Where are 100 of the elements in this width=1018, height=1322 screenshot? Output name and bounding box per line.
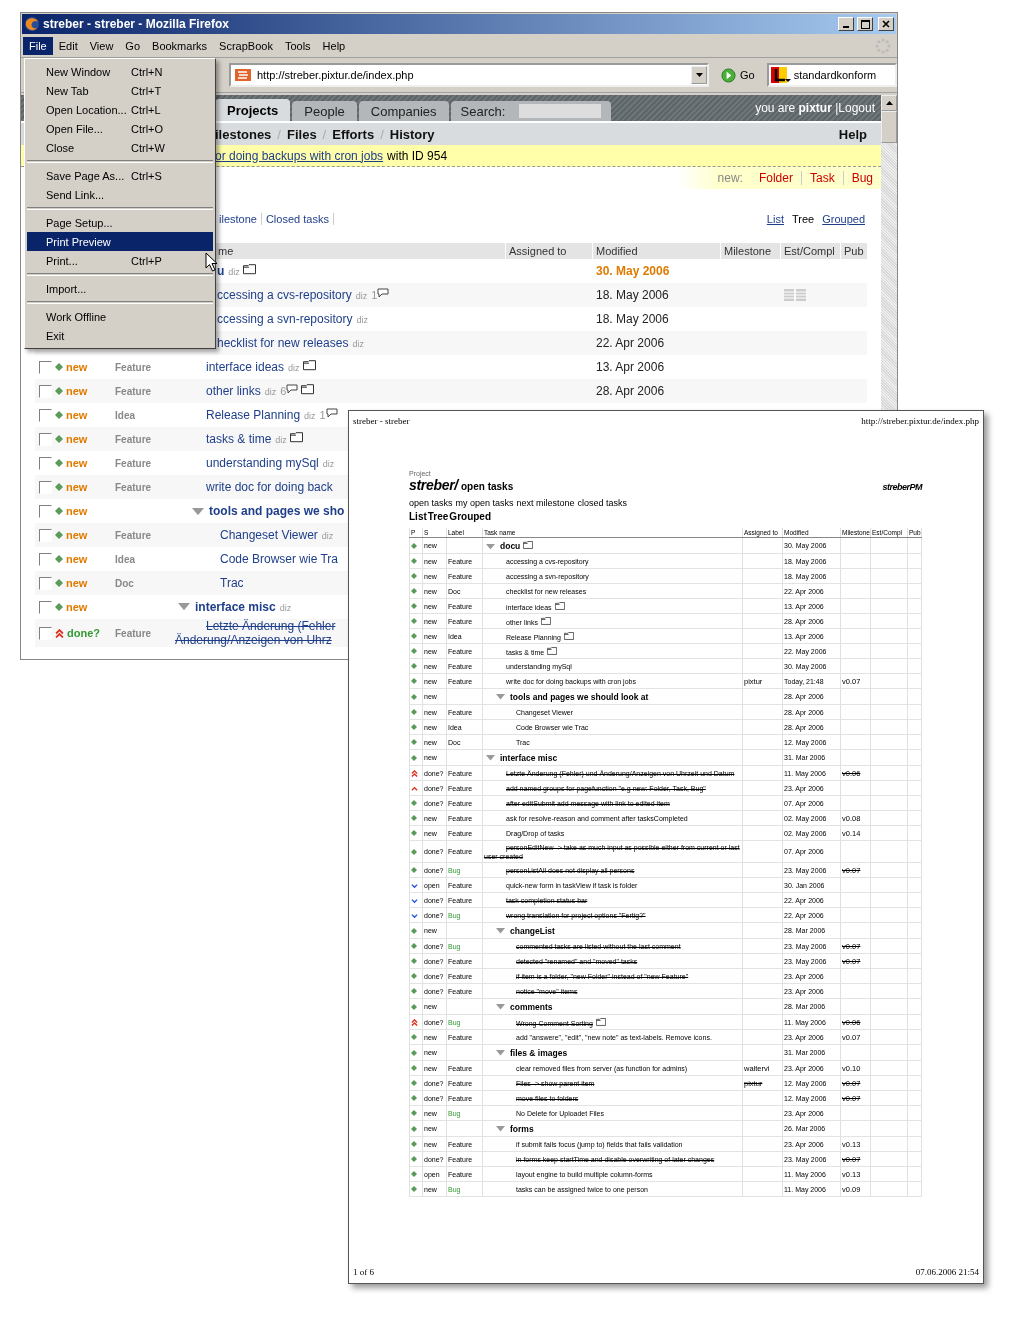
view-mode-link[interactable]: List [766,213,784,225]
menu-item[interactable]: Exit [27,326,213,345]
status-text: new [66,529,88,541]
nav-link[interactable]: next milestone [516,498,575,508]
modified-date: 30. May 2006 [595,264,671,278]
menu-item[interactable]: New Tab Ctrl+T [27,81,213,100]
subnav-link[interactable]: Files [287,126,317,142]
view-link[interactable]: List [409,511,427,522]
menu-item[interactable]: Open File... Ctrl+O [27,119,213,138]
diz-tag: diz [321,530,334,541]
menu-item[interactable]: Page Setup... [27,213,213,232]
maximize-button[interactable] [857,17,873,31]
expand-triangle-icon[interactable] [486,543,495,549]
checkbox[interactable] [39,480,52,494]
menu-item[interactable]: Print Preview [27,232,213,251]
menu-item[interactable]: Close Ctrl+W [27,138,213,157]
new-item-link[interactable]: Task [800,171,835,185]
task-name-link[interactable]: Changeset Viewer [220,527,318,542]
task-name-link[interactable]: interface misc [195,599,276,614]
menu-bar-item[interactable]: ScrapBook [213,37,279,55]
diz-tag: diz [304,410,316,421]
task-name-link[interactable]: Letzte Änderung (Fehler Änderung/Anzeigen von Uhrz [175,619,349,647]
expand-triangle-icon[interactable] [192,507,204,515]
task-link[interactable]: or doing backups with cron jobs [215,148,384,163]
scroll-up-button[interactable] [881,95,897,111]
scroll-thumb[interactable] [881,111,897,143]
task-name-link[interactable]: Release Planning [206,407,301,422]
view-link[interactable]: Tree [427,511,449,522]
modified-date: 13. Apr 2006 [595,360,666,374]
subnav-link[interactable]: History [389,126,435,142]
address-field[interactable]: http://streber.pixtur.de/index.php [229,63,709,87]
new-item-link[interactable]: Folder [750,171,793,185]
menu-bar-item[interactable]: View [83,37,120,55]
throbber-icon [875,38,891,54]
window-title: streber - streber - Mozilla Firefox [43,17,231,31]
checkbox[interactable] [39,528,52,542]
menu-item[interactable]: New Window Ctrl+N [27,62,213,81]
view-link[interactable]: Grouped [449,511,492,522]
task-name-link[interactable]: u [217,263,225,278]
view-tab[interactable]: Closed tasks [261,213,334,225]
menu-bar-item[interactable]: Bookmarks [146,37,214,55]
view-mode-link[interactable]: Tree [791,213,815,225]
search-field[interactable]: standardkonform [766,63,897,87]
search-input[interactable] [519,104,602,118]
nav-link[interactable]: my open tasks [455,498,514,508]
menu-item[interactable]: Open Location... Ctrl+L [27,100,213,119]
expand-triangle-icon[interactable] [496,1004,505,1010]
checkbox[interactable] [39,432,52,446]
new-item-link[interactable]: Bug [842,171,873,185]
page-header-url: http://streber.pixtur.de/index.php [861,416,979,426]
minimize-button[interactable] [838,17,854,31]
view-mode-link[interactable]: Grouped [822,213,865,225]
task-name-link[interactable]: Trac [175,576,349,590]
subnav-link[interactable]: Efforts [332,126,375,142]
checkbox[interactable] [39,384,52,398]
nav-tab[interactable]: Companies [358,101,449,121]
logout-link[interactable]: |Logout [835,101,875,115]
task-name-link[interactable]: tasks & time [206,431,272,446]
expand-triangle-icon[interactable] [496,694,505,700]
task-name: docu [500,541,521,551]
help-link[interactable]: Help [838,126,867,142]
menu-bar-item[interactable]: Edit [52,37,84,55]
task-name-link[interactable]: tools and pages we sho [209,504,345,518]
expand-triangle-icon[interactable] [486,755,495,761]
menu-item[interactable]: Save Page As... Ctrl+S [27,166,213,185]
column-header: Milestone [720,243,780,259]
task-name-link[interactable]: other links [206,383,261,398]
diz-tag: diz [228,266,240,277]
menu-item[interactable]: Send Link... [27,185,213,204]
menu-bar-item[interactable]: File [23,37,53,55]
task-name-link[interactable]: ccessing a cvs-repository [217,287,352,302]
menu-bar-item[interactable]: Tools [278,37,317,55]
checkbox[interactable] [39,626,52,640]
expand-triangle-icon[interactable] [496,928,505,934]
nav-link[interactable]: open tasks [409,498,453,508]
go-button[interactable]: Go [715,67,761,83]
modified-date: 22. Apr 2006 [595,336,666,350]
speech-bubble-icon [286,383,299,395]
nav-tab[interactable]: Projects [215,99,291,121]
task-name-link[interactable]: ccessing a svn-repository [217,311,353,326]
comment-count: 6 [280,384,287,397]
expand-triangle-icon[interactable] [178,603,190,611]
close-button[interactable] [878,17,894,31]
dropdown-button[interactable] [691,66,707,84]
task-name-link[interactable]: Code Browser wie Tra [175,552,349,566]
expand-triangle-icon[interactable] [496,1126,505,1132]
menu-item[interactable]: Import... [27,279,213,298]
menu-item[interactable]: Work Offline [27,307,213,326]
task-name-link[interactable]: understanding mySql [206,455,319,470]
task-name-link[interactable]: interface ideas [206,359,285,374]
separator: / [277,126,281,142]
task-name-link[interactable]: hecklist for new releases [217,335,349,350]
checkbox[interactable] [39,576,52,590]
menu-bar-item[interactable]: Help [316,37,352,55]
task-name-link[interactable]: write doc for doing back [175,480,349,494]
expand-triangle-icon[interactable] [496,1050,505,1056]
nav-link[interactable]: closed tasks [577,498,628,508]
nav-tab[interactable]: People [292,101,357,121]
menu-bar-item[interactable]: Go [119,37,147,55]
subnav-link[interactable]: ilestones [215,126,272,142]
